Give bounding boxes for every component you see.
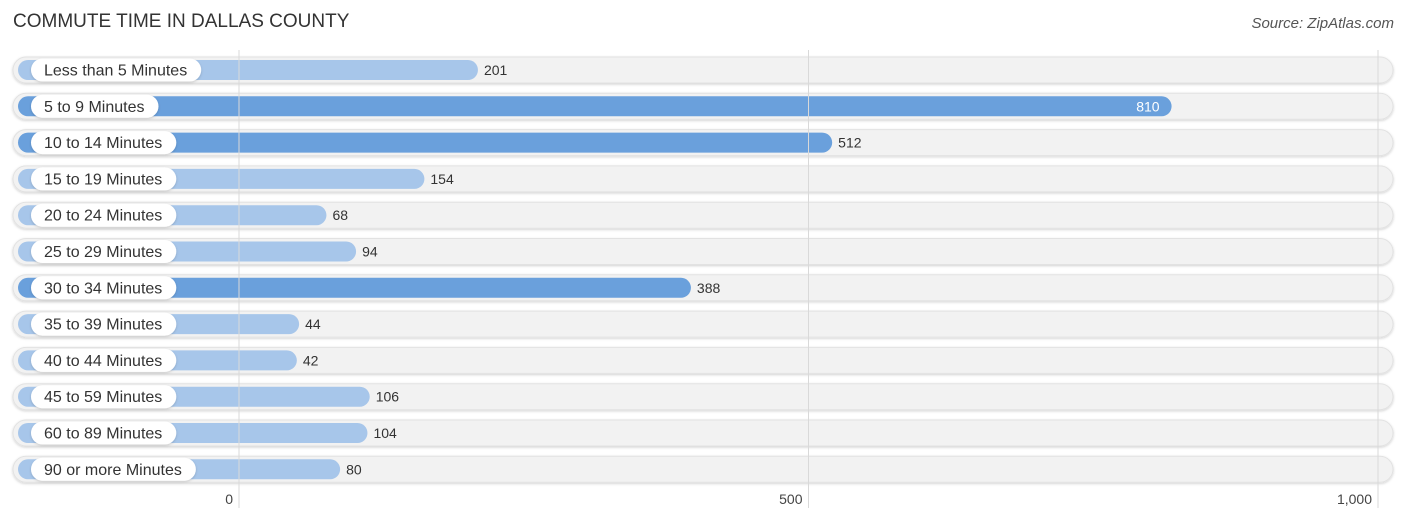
bar-row: 40 to 44 Minutes 42 <box>12 346 1394 374</box>
value-label: 512 <box>838 135 862 151</box>
value-label: 201 <box>484 62 508 78</box>
category-label: 35 to 39 Minutes <box>44 317 162 334</box>
value-label: 810 <box>1136 98 1160 114</box>
category-label: 25 to 29 Minutes <box>44 244 162 261</box>
category-label: 5 to 9 Minutes <box>44 99 145 116</box>
bar-row: Less than 5 Minutes 201 <box>12 56 1394 84</box>
category-label: Less than 5 Minutes <box>44 63 187 80</box>
value-label: 80 <box>346 461 362 477</box>
bar-row: 20 to 24 Minutes 68 <box>12 201 1394 229</box>
bar-row: 45 to 59 Minutes 106 <box>12 383 1394 411</box>
bar-row: 25 to 29 Minutes 94 <box>12 238 1394 265</box>
value-label: 94 <box>362 244 378 260</box>
value-label: 42 <box>303 352 319 368</box>
bar-row: 5 to 9 Minutes 810 <box>12 92 1394 120</box>
bar-row: 90 or more Minutes 80 <box>12 455 1394 483</box>
value-label: 68 <box>332 207 348 223</box>
category-label: 20 to 24 Minutes <box>44 208 162 225</box>
x-tick-label: 1,000 <box>1337 491 1372 507</box>
x-tick-label: 500 <box>779 491 803 507</box>
bar-row: 15 to 19 Minutes 154 <box>12 165 1394 193</box>
category-label: 30 to 34 Minutes <box>44 280 162 297</box>
bar-row: 10 to 14 Minutes 512 <box>12 129 1394 157</box>
category-label: 40 to 44 Minutes <box>44 353 162 370</box>
bar-chart: Less than 5 Minutes 201 5 to 9 Minutes 810 1… <box>12 50 1394 508</box>
category-label: 60 to 89 Minutes <box>44 426 162 443</box>
value-label: 154 <box>430 171 454 187</box>
category-label: 45 to 59 Minutes <box>44 389 162 406</box>
x-tick-label: 0 <box>225 491 233 507</box>
bar <box>18 96 1172 117</box>
bar-row: 35 to 39 Minutes 44 <box>12 310 1394 338</box>
value-label: 388 <box>697 280 721 296</box>
bar-row: 30 to 34 Minutes 388 <box>12 274 1394 302</box>
bar-row: 60 to 89 Minutes 104 <box>12 419 1394 447</box>
value-label: 104 <box>373 425 397 441</box>
category-label: 90 or more Minutes <box>44 462 182 479</box>
category-label: 10 to 14 Minutes <box>44 135 162 152</box>
value-label: 44 <box>305 316 321 332</box>
value-label: 106 <box>376 389 400 405</box>
category-label: 15 to 19 Minutes <box>44 171 162 188</box>
